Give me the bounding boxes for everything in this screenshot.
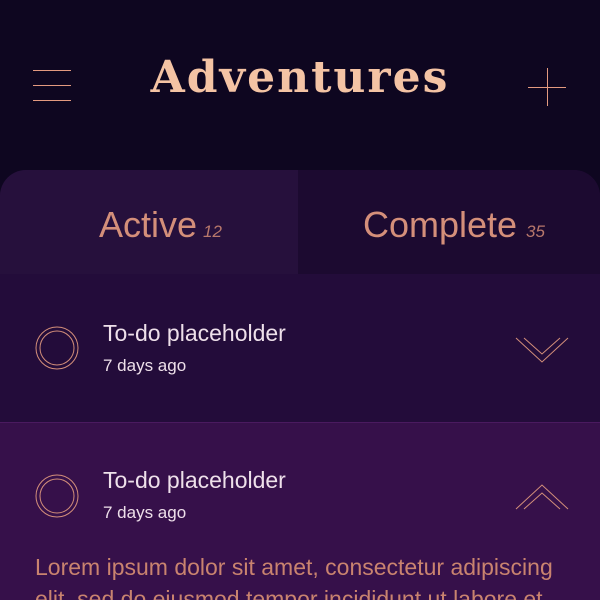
todo-title: To-do placeholder xyxy=(103,467,286,493)
chevron-down-icon[interactable] xyxy=(514,336,570,366)
app-header: Adventures xyxy=(0,0,600,175)
plus-icon[interactable] xyxy=(528,68,566,106)
tab-complete-label: Complete xyxy=(363,204,518,245)
todo-timestamp: 7 days ago xyxy=(103,503,187,522)
checkbox-circle-icon[interactable] xyxy=(35,326,79,370)
tab-complete-count: 35 xyxy=(526,222,545,241)
tab-complete[interactable]: Complete 35 xyxy=(298,170,600,274)
todo-description: Lorem ipsum dolor sit amet, consectetur … xyxy=(35,554,553,600)
todo-title: To-do placeholder xyxy=(103,320,286,346)
todo-timestamp: 7 days ago xyxy=(103,356,187,375)
tab-active-label: Active xyxy=(99,204,198,245)
todo-item-expanded[interactable]: To-do placeholder 7 days ago Lorem ipsum… xyxy=(0,422,600,600)
chevron-up-icon[interactable] xyxy=(514,481,570,511)
todo-item[interactable]: To-do placeholder 7 days ago xyxy=(0,274,600,422)
tab-active[interactable]: Active 12 xyxy=(0,170,298,274)
tab-bar: Active 12 Complete 35 xyxy=(0,170,600,274)
tab-active-count: 12 xyxy=(203,222,222,241)
page-title: Adventures xyxy=(150,52,450,103)
checkbox-circle-icon[interactable] xyxy=(35,474,79,518)
todo-panel: Active 12 Complete 35 To-do placeholder … xyxy=(0,170,600,600)
